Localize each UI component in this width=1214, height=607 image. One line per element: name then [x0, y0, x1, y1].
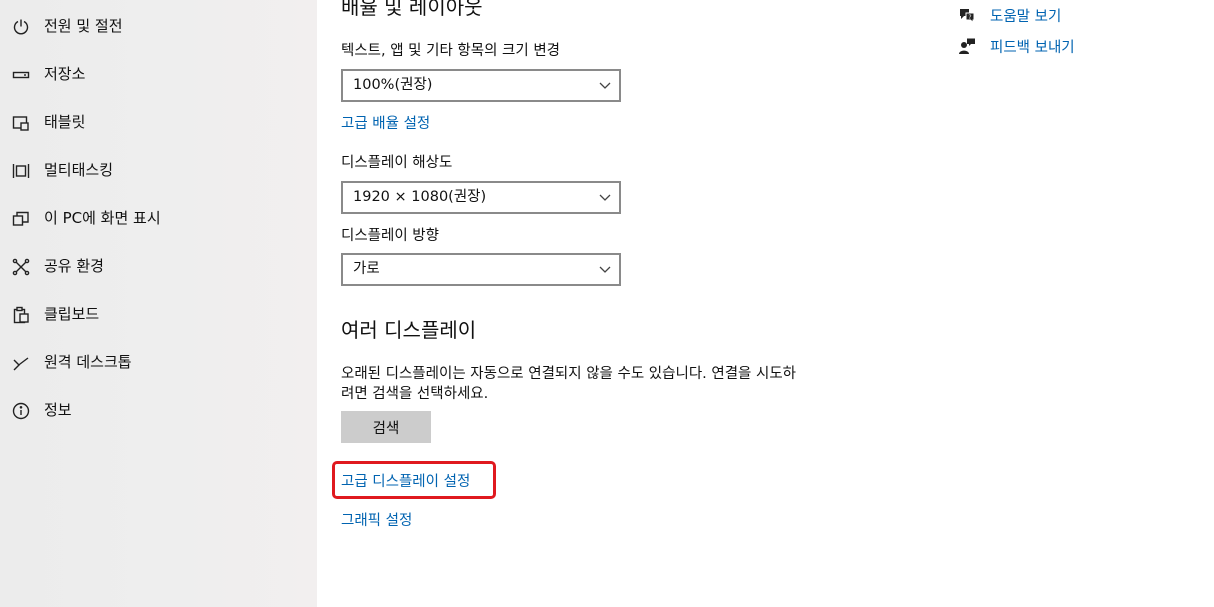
settings-sidebar: 전원 및 절전 저장소 태블릿 멀티태스킹 이 PC에 화면 표시 공유 환경 [0, 0, 317, 607]
orientation-dropdown[interactable]: 가로 [341, 253, 621, 286]
resolution-value: 1920 × 1080(권장) [353, 189, 487, 205]
chevron-down-icon [599, 266, 611, 273]
graphics-settings-link[interactable]: 그래픽 설정 [341, 511, 412, 531]
display-settings-content: 배율 및 레이아웃 텍스트, 앱 및 기타 항목의 크기 변경 100%(권장)… [317, 0, 1214, 607]
sidebar-item-label: 정보 [44, 401, 72, 419]
orientation-value: 가로 [353, 261, 380, 277]
resolution-dropdown[interactable]: 1920 × 1080(권장) [341, 181, 621, 214]
chevron-down-icon [599, 194, 611, 201]
project-icon [11, 209, 31, 229]
remote-desktop-icon [11, 353, 31, 373]
advanced-display-settings-link[interactable]: 고급 디스플레이 설정 [341, 472, 470, 492]
multiple-displays-description: 오래된 디스플레이는 자동으로 연결되지 않을 수도 있습니다. 연결을 시도하… [341, 366, 797, 402]
multitasking-icon [11, 161, 31, 181]
feedback-icon [958, 37, 976, 55]
text-size-dropdown[interactable]: 100%(권장) [341, 69, 621, 102]
give-feedback-link[interactable]: 피드백 보내기 [958, 35, 1075, 57]
shared-experiences-icon [11, 257, 31, 277]
sidebar-item-label: 저장소 [44, 65, 86, 83]
sidebar-item-label: 멀티태스킹 [44, 161, 114, 179]
sidebar-item-tablet[interactable]: 태블릿 [0, 103, 317, 143]
storage-icon [11, 65, 31, 85]
scale-layout-heading: 배율 및 레이아웃 [341, 0, 483, 19]
sidebar-item-power[interactable]: 전원 및 절전 [0, 7, 317, 47]
sidebar-item-label: 이 PC에 화면 표시 [44, 209, 161, 227]
advanced-scaling-link[interactable]: 고급 배율 설정 [341, 114, 430, 134]
tablet-icon [11, 113, 31, 133]
sidebar-item-shared-experiences[interactable]: 공유 환경 [0, 247, 317, 287]
sidebar-item-clipboard[interactable]: 클립보드 [0, 295, 317, 335]
sidebar-item-storage[interactable]: 저장소 [0, 55, 317, 95]
help-chat-icon: ? [958, 6, 976, 24]
text-size-value: 100%(권장) [353, 77, 433, 93]
svg-text:?: ? [968, 14, 971, 21]
give-feedback-label: 피드백 보내기 [990, 39, 1075, 56]
sidebar-item-label: 원격 데스크톱 [44, 353, 132, 371]
info-icon [11, 401, 31, 421]
clipboard-icon [11, 305, 31, 325]
get-help-label: 도움말 보기 [990, 8, 1062, 25]
power-icon [11, 17, 31, 37]
sidebar-item-label: 태블릿 [44, 113, 86, 131]
text-size-label: 텍스트, 앱 및 기타 항목의 크기 변경 [341, 43, 561, 59]
sidebar-item-about[interactable]: 정보 [0, 391, 317, 431]
orientation-label: 디스플레이 방향 [341, 228, 439, 244]
multiple-displays-heading: 여러 디스플레이 [341, 318, 477, 342]
sidebar-item-label: 클립보드 [44, 305, 100, 323]
chevron-down-icon [599, 82, 611, 89]
detect-button[interactable]: 검색 [341, 411, 431, 443]
sidebar-item-label: 전원 및 절전 [44, 17, 123, 35]
sidebar-item-remote-desktop[interactable]: 원격 데스크톱 [0, 343, 317, 383]
resolution-label: 디스플레이 해상도 [341, 155, 453, 171]
sidebar-item-label: 공유 환경 [44, 257, 104, 275]
get-help-link[interactable]: ? 도움말 보기 [958, 4, 1061, 26]
sidebar-item-project[interactable]: 이 PC에 화면 표시 [0, 199, 317, 239]
sidebar-item-multitasking[interactable]: 멀티태스킹 [0, 151, 317, 191]
